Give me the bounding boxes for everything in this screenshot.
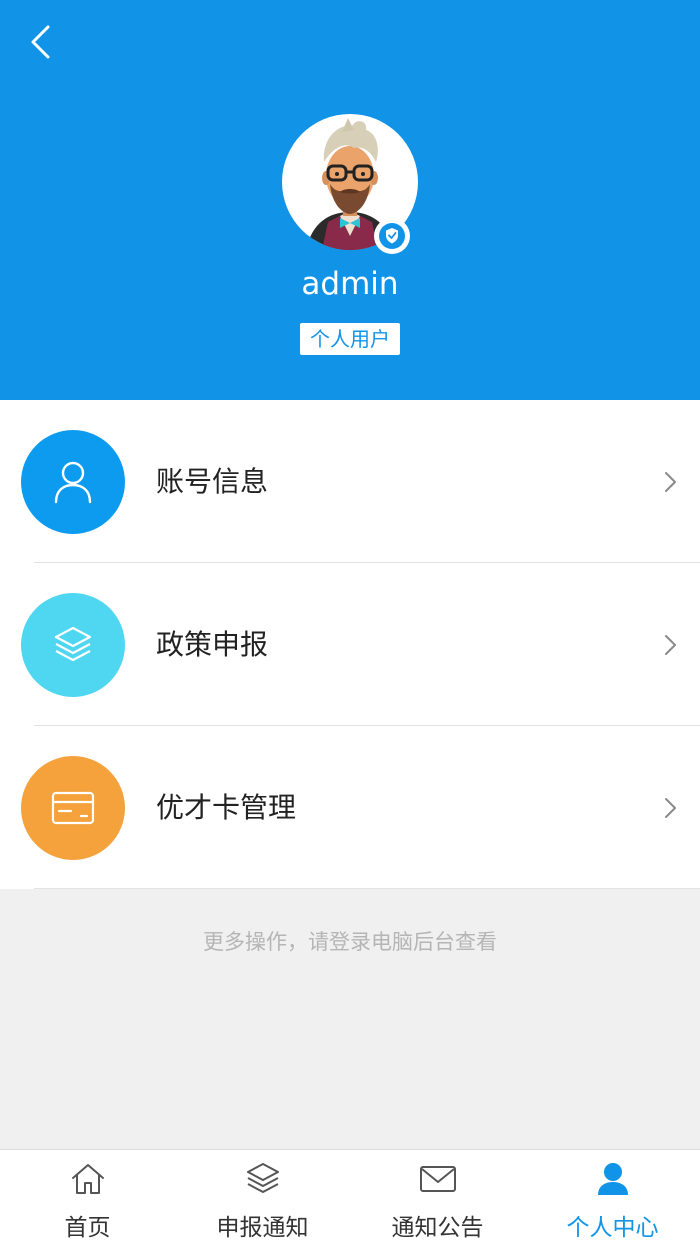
mail-icon [419, 1166, 456, 1192]
tab-application-notices[interactable]: 申报通知 [175, 1150, 350, 1244]
menu-item-label: 政策申报 [156, 628, 269, 661]
tab-announcements[interactable]: 通知公告 [350, 1150, 525, 1244]
tab-label: 首页 [64, 1215, 111, 1241]
policy-icon-circle [21, 593, 125, 697]
user-type-badge: 个人用户 [300, 323, 400, 355]
profile-menu: 账号信息 政策申报 优才卡管理 [0, 400, 700, 889]
tab-personal-center[interactable]: 个人中心 [525, 1150, 700, 1244]
avatar[interactable] [282, 114, 418, 254]
card-icon-circle [21, 756, 125, 860]
menu-item-label: 账号信息 [156, 465, 269, 498]
chevron-right-icon [665, 635, 676, 655]
divider [34, 888, 700, 889]
tab-label: 申报通知 [216, 1215, 309, 1241]
bottom-tab-bar: 首页 申报通知 通知公告 个人中心 [0, 1149, 700, 1244]
person-icon [597, 1163, 628, 1195]
menu-item-account-info[interactable]: 账号信息 [0, 400, 700, 563]
layers-icon [54, 626, 92, 662]
back-arrow-icon [31, 25, 50, 59]
profile-header: admin 个人用户 [0, 0, 700, 400]
verified-shield-icon [379, 223, 405, 249]
verified-badge [374, 218, 410, 254]
user-icon [54, 461, 92, 504]
menu-item-talent-card[interactable]: 优才卡管理 [0, 726, 700, 889]
menu-item-policy-application[interactable]: 政策申报 [0, 563, 700, 726]
tab-home[interactable]: 首页 [0, 1150, 175, 1244]
tab-label: 个人中心 [566, 1215, 659, 1241]
tab-label: 通知公告 [391, 1215, 484, 1241]
chevron-right-icon [665, 472, 676, 492]
menu-item-label: 优才卡管理 [156, 791, 297, 824]
layers-icon [246, 1163, 279, 1193]
username: admin [301, 266, 399, 302]
chevron-right-icon [665, 798, 676, 818]
back-button[interactable] [20, 22, 60, 62]
home-icon [71, 1164, 104, 1194]
card-icon [51, 791, 95, 825]
footer-note: 更多操作，请登录电脑后台查看 [203, 930, 497, 954]
account-icon-circle [21, 430, 125, 534]
